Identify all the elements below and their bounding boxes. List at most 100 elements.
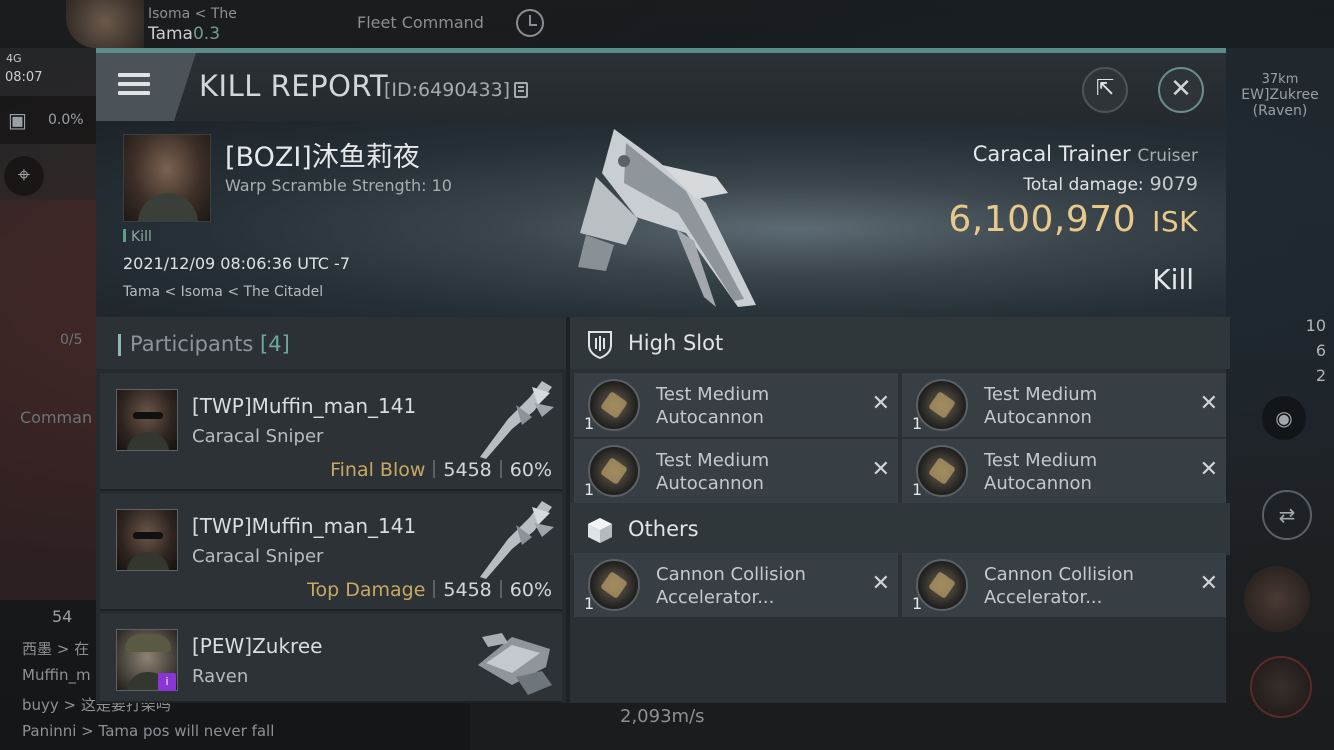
ship-speed: 2,093m/s	[620, 706, 705, 727]
left-command-label[interactable]: Comman	[20, 408, 92, 427]
destroyed-x-icon: ✕	[871, 391, 890, 416]
system-breadcrumb[interactable]: Isoma < The	[148, 6, 237, 22]
weapon-button[interactable]	[1250, 656, 1312, 718]
share-icon: ⇱	[1095, 76, 1115, 101]
kill-datetime: 2021/12/09 08:06:36 UTC -7	[123, 254, 351, 273]
module-qty: 1	[584, 594, 595, 613]
victim-ship-name[interactable]: Caracal Trainer Cruiser	[973, 142, 1198, 166]
target-name: EW]Zukree	[1241, 87, 1319, 103]
participant-role: Final Blow	[330, 459, 426, 481]
cargo-indicator[interactable]: ▣ 0.0%	[0, 96, 96, 144]
raven-ship-image	[478, 633, 552, 695]
autocannon-icon	[916, 379, 968, 431]
target-overview[interactable]: 37km EW]Zukree (Raven)	[1226, 40, 1334, 130]
counter-hostile: 10	[1305, 316, 1326, 335]
clock-icon[interactable]	[516, 9, 544, 37]
copy-icon[interactable]	[514, 82, 529, 98]
cargo-percent: 0.0%	[48, 112, 84, 128]
participants-title: Participants [4]	[130, 332, 290, 356]
module-name: Test Medium Autocannon	[984, 450, 1098, 494]
participant-portrait[interactable]	[116, 509, 178, 571]
participant-name: [TWP]Muffin_man_141	[192, 394, 417, 418]
module-item[interactable]: 1 Test Medium Autocannon ✕	[902, 373, 1226, 437]
destroyed-x-icon: ✕	[1199, 457, 1218, 482]
info-badge-icon: i	[158, 673, 176, 691]
cargo-box-icon: ▣	[8, 108, 27, 132]
kill-report-dialog: KILL REPORT [ID:6490433] ⇱ ✕ [BOZI]沐鱼莉夜 …	[96, 48, 1230, 703]
chat-line: 西墨 > 在	[22, 640, 90, 658]
kill-result: Kill	[1152, 263, 1194, 296]
participant-ship: Caracal Sniper	[192, 546, 324, 567]
module-name: Test Medium Autocannon	[984, 384, 1098, 428]
module-name: Test Medium Autocannon	[656, 384, 770, 428]
module-qty: 1	[912, 594, 923, 613]
network-indicator: 4G	[6, 52, 22, 65]
participants-panel: Participants [4] [TWP]Muffin_man_141 Car…	[96, 317, 566, 703]
autocannon-icon	[916, 445, 968, 497]
isk-value: 6,100,970 ISK	[948, 199, 1198, 240]
participant-role: Top Damage	[307, 579, 426, 601]
pilot-avatar[interactable]	[66, 0, 144, 48]
device-time: 08:07	[5, 70, 43, 85]
chat-line: Muffin_m	[22, 666, 91, 684]
cube-icon	[588, 518, 612, 543]
fitting-panel: High Slot 1 Test Medium Autocannon ✕ 1 T…	[566, 317, 1230, 703]
current-system[interactable]: Tama0.3	[148, 24, 220, 44]
participant-ship: Raven	[192, 666, 249, 687]
chat-line: Paninni > Tama pos will never fall	[22, 722, 275, 740]
target-ship: (Raven)	[1252, 103, 1308, 119]
victim-name[interactable]: [BOZI]沐鱼莉夜	[225, 135, 420, 174]
high-slot-shield-icon	[588, 331, 612, 359]
module-item[interactable]: 1 Test Medium Autocannon ✕	[574, 373, 898, 437]
others-label: Others	[628, 517, 699, 541]
location-pin-icon[interactable]: ⌖	[4, 156, 44, 196]
swap-icon[interactable]: ⇄	[1262, 490, 1312, 540]
module-item[interactable]: 1 Test Medium Autocannon ✕	[574, 439, 898, 503]
eye-icon[interactable]: ◉	[1262, 396, 1306, 440]
destroyed-x-icon: ✕	[871, 571, 890, 596]
kill-location: Tama < Isoma < The Citadel	[123, 284, 324, 300]
counter-other: 2	[1315, 366, 1326, 385]
participant-stats: Final Blow 5458 60%	[330, 459, 552, 481]
module-name: Cannon Collision Accelerator...	[984, 564, 1134, 608]
left-hud-panel	[0, 200, 96, 600]
participant-percent: 60%	[509, 579, 552, 601]
victim-summary: [BOZI]沐鱼莉夜 Warp Scramble Strength: 10 Ki…	[96, 121, 1226, 317]
participants-header: Participants [4]	[96, 317, 566, 369]
counter-neutral: 6	[1315, 341, 1326, 360]
module-item[interactable]: 1 Cannon Collision Accelerator... ✕	[902, 553, 1226, 617]
menu-button[interactable]	[96, 53, 196, 121]
module-item[interactable]: 1 Cannon Collision Accelerator... ✕	[574, 553, 898, 617]
overview-counters: 10 6 2	[1280, 316, 1326, 391]
autocannon-icon	[588, 445, 640, 497]
caracal-sniper-image	[480, 381, 554, 459]
chat-member-count: 54	[52, 607, 73, 626]
fleet-command-button[interactable]: Fleet Command	[357, 13, 484, 32]
victim-portrait[interactable]	[123, 134, 211, 222]
participant-row[interactable]: [TWP]Muffin_man_141 Caracal Sniper Final…	[100, 373, 562, 491]
participant-ship: Caracal Sniper	[192, 426, 324, 447]
close-button[interactable]: ✕	[1158, 67, 1204, 113]
module-qty: 1	[912, 414, 923, 433]
participant-row[interactable]: [TWP]Muffin_man_141 Caracal Sniper Top D…	[100, 493, 562, 611]
module-qty: 1	[912, 480, 923, 499]
caracal-sniper-image	[480, 501, 554, 579]
report-id[interactable]: [ID:6490433]	[384, 79, 529, 101]
total-damage: Total damage: 9079	[1023, 173, 1198, 195]
dialog-header: KILL REPORT [ID:6490433] ⇱ ✕	[96, 53, 1226, 121]
module-qty: 1	[584, 480, 595, 499]
caracal-ship-image	[578, 129, 756, 307]
high-slot-header: High Slot	[570, 317, 1230, 369]
participant-name: [PEW]Zukree	[192, 634, 323, 658]
high-slot-label: High Slot	[628, 331, 724, 355]
kill-tag: Kill	[123, 229, 152, 245]
destroyed-x-icon: ✕	[1199, 391, 1218, 416]
share-button[interactable]: ⇱	[1082, 67, 1128, 113]
module-item[interactable]: 1 Test Medium Autocannon ✕	[902, 439, 1226, 503]
participant-percent: 60%	[509, 459, 552, 481]
participant-portrait[interactable]	[116, 389, 178, 451]
module-button[interactable]	[1244, 566, 1310, 632]
target-distance: 37km	[1261, 72, 1299, 87]
participant-stats: Top Damage 5458 60%	[307, 579, 552, 601]
participant-row[interactable]: i [PEW]Zukree Raven	[100, 613, 562, 703]
